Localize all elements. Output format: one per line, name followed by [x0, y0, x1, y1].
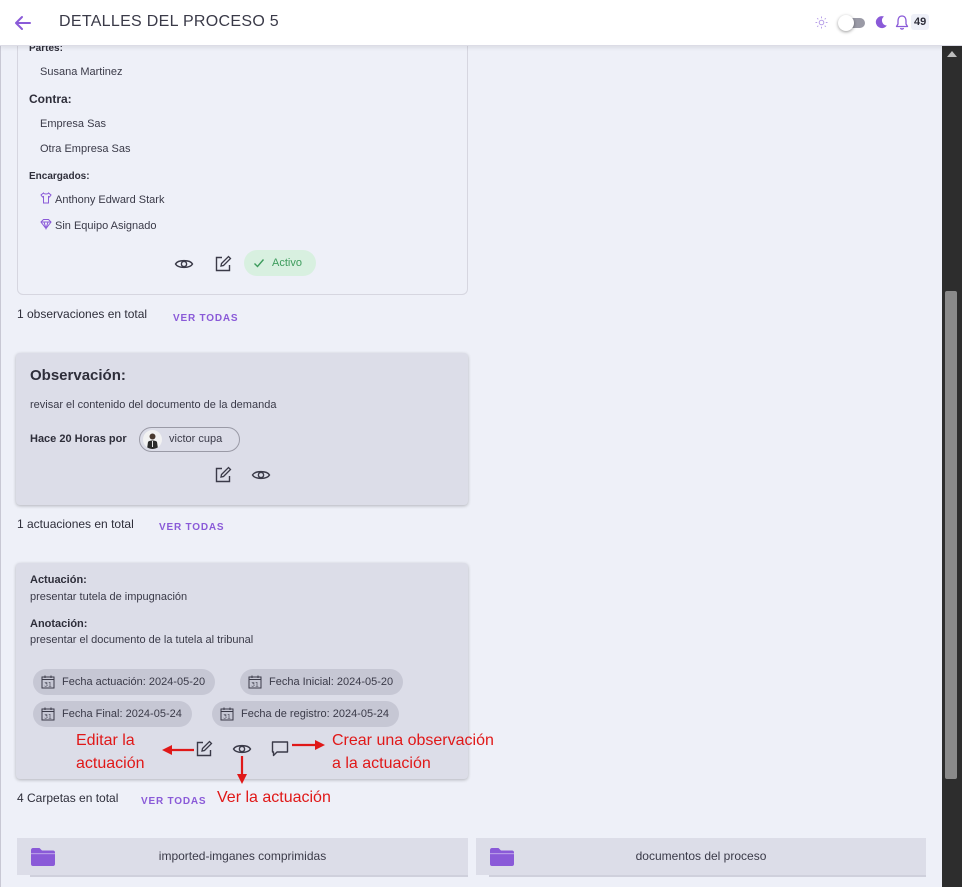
user-name: victor cupa: [169, 433, 223, 445]
svg-text:31: 31: [44, 682, 52, 689]
observations-count: 1 observaciones en total: [17, 307, 148, 321]
comment-icon[interactable]: [270, 739, 290, 759]
page-title: DETALLES DEL PROCESO 5: [59, 13, 280, 30]
folders-count: 4 Carpetas en total: [17, 791, 119, 805]
date-actuation: Fecha actuación: 2024-05-20: [62, 676, 206, 688]
svg-text:31: 31: [44, 714, 52, 721]
observation-body: revisar el contenido del documento de la…: [30, 399, 277, 411]
annotation-create-line2: a la actuación: [332, 755, 431, 772]
actuation-text: presentar tutela de impugnación: [30, 591, 188, 603]
assigned-team: Sin Equipo Asignado: [55, 220, 157, 232]
scrollbar-thumb[interactable]: [945, 291, 957, 779]
observation-title: Observación:: [30, 367, 126, 384]
date-chip: 31 Fecha actuación: 2024-05-20: [33, 669, 216, 695]
moon-icon: [875, 16, 887, 29]
svg-text:31: 31: [223, 714, 231, 721]
status-label: Activo: [272, 257, 302, 269]
process-card: Partes: Susana Martinez Contra: Empresa …: [17, 30, 468, 295]
view-all-folders-button[interactable]: VER TODAS: [141, 796, 206, 807]
date-chip: 31 Fecha Inicial: 2024-05-20: [240, 669, 404, 695]
date-chip: 31 Fecha Final: 2024-05-24: [33, 701, 192, 727]
status-badge: Activo: [244, 250, 316, 276]
notification-badge: 49: [911, 14, 930, 30]
against-item: Empresa Sas: [40, 118, 107, 130]
date-final: Fecha Final: 2024-05-24: [62, 708, 182, 720]
observation-time: Hace 20 Horas por: [30, 433, 127, 445]
edit-icon[interactable]: [213, 465, 233, 485]
folder-divider: [489, 875, 926, 877]
folder-name: documentos del proceso: [635, 849, 767, 863]
left-edge: [0, 46, 1, 887]
folder-item[interactable]: imported-imganes comprimidas: [17, 838, 468, 877]
calendar-icon: 31: [220, 707, 234, 721]
user-avatar-icon: [147, 433, 158, 449]
eye-icon[interactable]: [174, 254, 194, 274]
calendar-icon: 31: [41, 707, 55, 721]
annotation-create-line1: Crear una observación: [332, 732, 494, 749]
against-item: Otra Empresa Sas: [40, 143, 131, 155]
user-chip[interactable]: victor cupa: [139, 427, 240, 452]
theme-toggle[interactable]: [838, 15, 866, 31]
date-chip: 31 Fecha de registro: 2024-05-24: [212, 701, 399, 727]
calendar-icon: 31: [41, 675, 55, 689]
actuations-count: 1 actuaciones en total: [17, 517, 134, 531]
sun-icon: [815, 16, 828, 29]
eye-icon[interactable]: [232, 739, 252, 759]
edit-icon[interactable]: [213, 254, 233, 274]
bell-icon[interactable]: [894, 14, 910, 31]
party-item: Susana Martinez: [40, 66, 123, 78]
annotation-edit-line2: actuación: [76, 755, 145, 772]
annotation-view: Ver la actuación: [217, 789, 331, 806]
vertical-scrollbar[interactable]: [942, 46, 962, 887]
annotation-edit-line1: Editar la: [76, 732, 135, 749]
scroll-up-arrow-icon[interactable]: [947, 51, 957, 57]
edit-icon[interactable]: [194, 739, 214, 759]
assigned-person: Anthony Edward Stark: [55, 194, 165, 206]
view-all-observations-button[interactable]: VER TODAS: [173, 313, 238, 324]
app-bar: DETALLES DEL PROCESO 5 49: [0, 0, 962, 46]
check-icon: [254, 259, 265, 268]
view-all-actuations-button[interactable]: VER TODAS: [159, 522, 224, 533]
back-arrow-icon[interactable]: [12, 12, 34, 34]
annotation-text: presentar el documento de la tutela al t…: [30, 634, 254, 646]
eye-icon[interactable]: [251, 465, 271, 485]
actuation-label: Actuación:: [30, 574, 87, 586]
svg-text:31: 31: [251, 682, 259, 689]
diamond-icon: [40, 219, 52, 230]
folder-divider: [30, 875, 468, 877]
folder-name: imported-imganes comprimidas: [158, 849, 327, 863]
folder-item[interactable]: documentos del proceso: [476, 838, 926, 877]
calendar-icon: 31: [248, 675, 262, 689]
date-registration: Fecha de registro: 2024-05-24: [241, 708, 389, 720]
date-initial: Fecha Inicial: 2024-05-20: [269, 676, 394, 688]
observation-card: Observación: revisar el contenido del do…: [16, 353, 468, 505]
annotation-label: Anotación:: [30, 618, 88, 630]
against-label: Contra:: [29, 92, 72, 106]
avatar: [143, 430, 162, 449]
assigned-label: Encargados:: [29, 171, 90, 182]
shirt-icon: [40, 192, 52, 204]
toggle-knob: [838, 15, 854, 31]
